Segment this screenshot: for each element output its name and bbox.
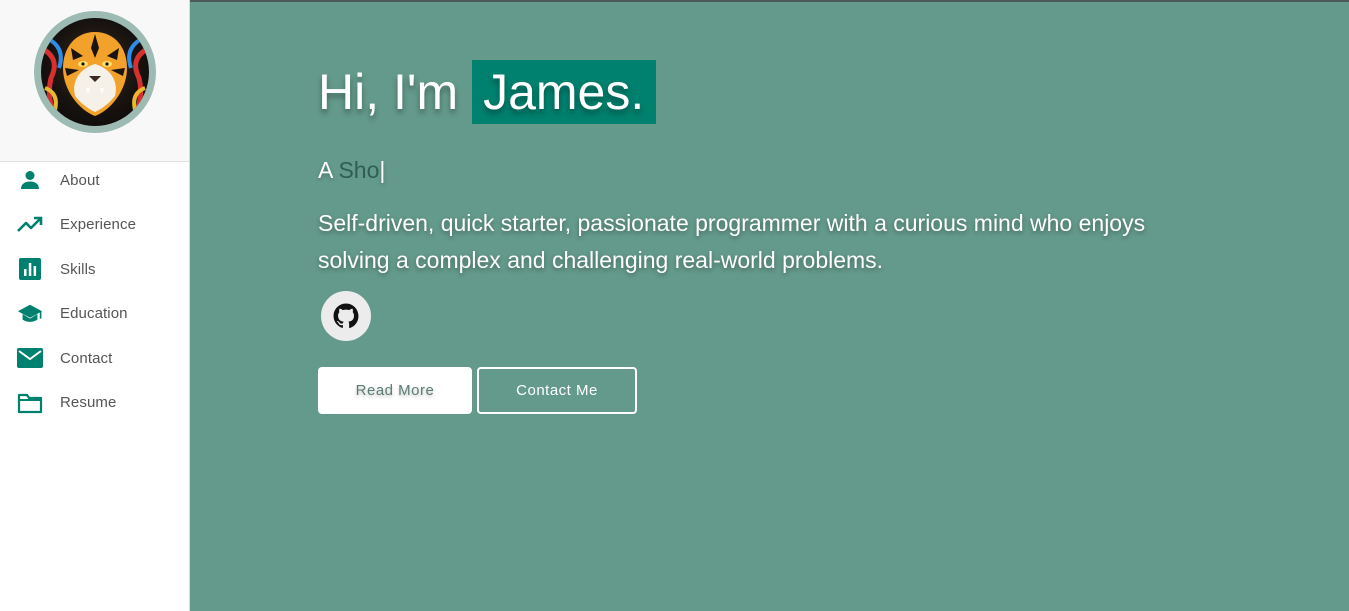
sidebar-item-education[interactable]: Education	[0, 292, 189, 337]
bar-chart-icon	[17, 256, 43, 282]
sidebar-item-label: Skills	[60, 260, 96, 278]
typed-role-line: A Sho|	[318, 157, 385, 184]
github-link[interactable]	[321, 291, 371, 341]
sidebar-item-resume[interactable]: Resume	[0, 381, 189, 426]
read-more-button[interactable]: Read More	[318, 367, 472, 414]
sidebar-item-experience[interactable]: Experience	[0, 203, 189, 248]
sidebar-item-contact[interactable]: Contact	[0, 336, 189, 381]
hero-section: Hi, I'm James. A Sho| Self-driven, quick…	[190, 0, 1349, 611]
folder-icon	[17, 390, 43, 416]
sidebar-item-label: Experience	[60, 216, 137, 234]
sidebar-item-about[interactable]: About	[0, 158, 189, 203]
tiger-image	[40, 32, 149, 120]
sidebar-item-label: Contact	[60, 349, 113, 367]
person-icon	[17, 167, 43, 193]
sidebar-item-label: About	[60, 171, 100, 189]
trending-up-icon	[17, 212, 43, 238]
github-icon	[333, 303, 359, 329]
mail-icon	[17, 345, 43, 371]
typing-cursor: |	[379, 157, 386, 183]
profile-area	[0, 0, 189, 162]
app-root: About Experience Skills Education Contac…	[0, 0, 1349, 611]
hero-greeting: Hi, I'm	[318, 64, 459, 120]
sidebar-nav: About Experience Skills Education Contac…	[0, 162, 189, 429]
hero-headline: Hi, I'm James.	[318, 60, 657, 124]
sidebar: About Experience Skills Education Contac…	[0, 0, 190, 611]
sidebar-item-label: Resume	[60, 394, 117, 412]
typed-role-word: Sho	[338, 157, 380, 183]
avatar	[33, 11, 156, 133]
graduation-cap-icon	[17, 301, 43, 327]
sidebar-item-skills[interactable]: Skills	[0, 247, 189, 292]
typed-prefix: A	[318, 157, 333, 183]
contact-me-button[interactable]: Contact Me	[477, 367, 637, 414]
avatar-image	[40, 18, 149, 126]
hero-bio: Self-driven, quick starter, passionate p…	[318, 210, 1146, 273]
sidebar-item-label: Education	[60, 305, 128, 323]
hero-name: James.	[472, 60, 657, 124]
